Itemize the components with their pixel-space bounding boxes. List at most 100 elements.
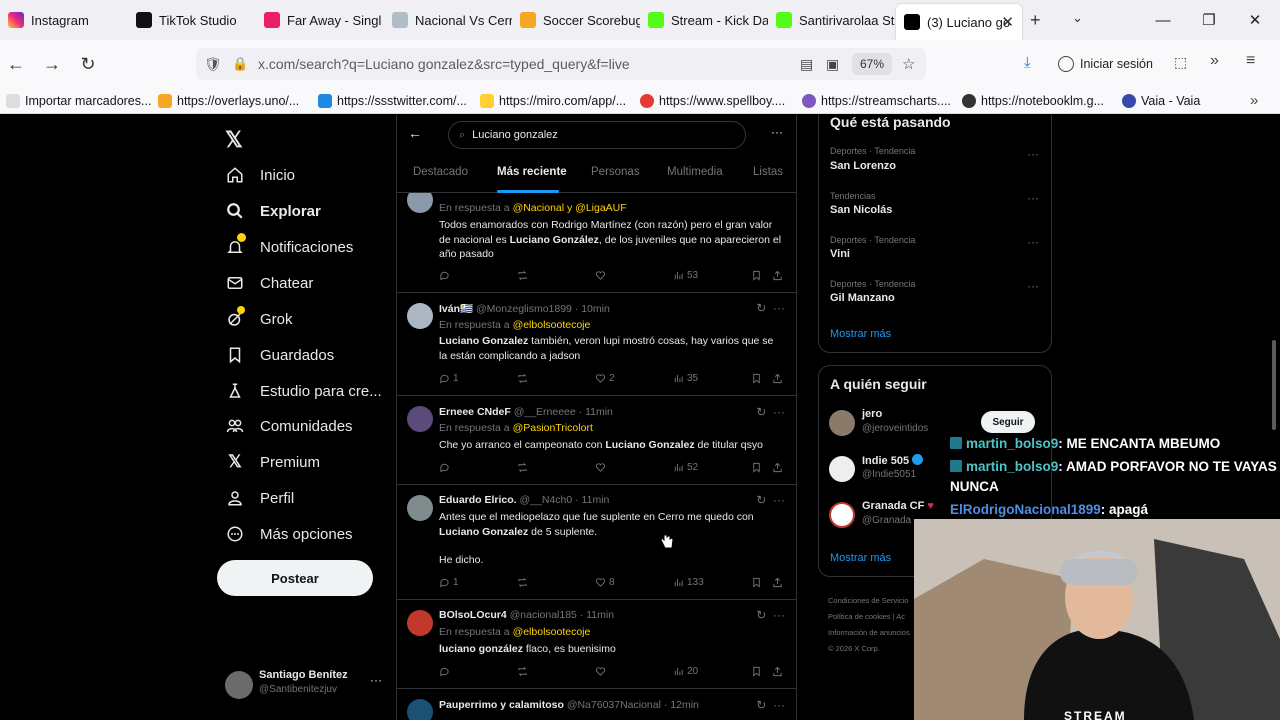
browser-tab[interactable]: Santirivarolaa St (768, 0, 896, 40)
views-button[interactable]: 133 (673, 577, 704, 588)
reply-button[interactable]: 1 (439, 577, 459, 588)
minimize-icon[interactable]: — (1140, 0, 1186, 40)
extensions-icon[interactable]: ⬚ (1174, 54, 1187, 71)
reply-button[interactable] (439, 462, 453, 473)
download-icon[interactable]: ⤓ (1024, 54, 1031, 71)
reader-view-icon[interactable]: ▤ (800, 56, 813, 73)
views-button[interactable]: 53 (673, 270, 698, 281)
page-scrollbar[interactable] (1272, 340, 1276, 430)
bookmark-item[interactable]: https://miro.com/app/... (480, 94, 626, 108)
views-button[interactable]: 35 (673, 373, 698, 384)
more-dots-icon[interactable]: ↻ ··· (756, 698, 785, 712)
lock-icon[interactable]: 🔒 (232, 56, 248, 72)
close-tab-icon[interactable]: ✕ (1001, 13, 1014, 31)
bookmark-item[interactable]: https://www.spellboy.... (640, 94, 785, 108)
nav-item-home[interactable]: Inicio (225, 165, 295, 185)
share-button[interactable] (772, 270, 786, 281)
avatar[interactable] (829, 410, 855, 436)
bookmark-button[interactable] (751, 270, 765, 281)
views-button[interactable]: 52 (673, 462, 698, 473)
browser-tab[interactable]: Nacional Vs Cerr (384, 0, 512, 40)
new-tab-icon[interactable]: + (1030, 10, 1041, 31)
reply-button[interactable] (439, 666, 453, 677)
follow-button[interactable]: Seguir (981, 411, 1035, 433)
more-dots-icon[interactable]: ··· (1027, 147, 1039, 161)
more-dots-icon[interactable]: ··· (1027, 235, 1039, 249)
overflow-chevron-icon[interactable]: » (1210, 52, 1219, 70)
bookmark-item[interactable]: https://ssstwitter.com/... (318, 94, 467, 108)
back-arrow-icon[interactable]: ← (0, 48, 32, 80)
bookmark-button[interactable] (751, 462, 765, 473)
forward-arrow-icon[interactable]: → (36, 48, 68, 80)
search-input[interactable]: ⌕ Luciano gonzalez (448, 121, 746, 149)
bookmark-item[interactable]: https://streamscharts.... (802, 94, 951, 108)
browser-tab[interactable]: Far Away - Singl (256, 0, 384, 40)
nav-item-bookmarks[interactable]: Guardados (225, 345, 334, 365)
tab-featured[interactable]: Destacado (413, 166, 468, 178)
share-button[interactable] (772, 373, 786, 384)
retweet-button[interactable] (517, 666, 531, 677)
like-button[interactable] (595, 462, 609, 473)
menu-icon[interactable]: ≡ (1246, 52, 1255, 70)
nav-item-communities[interactable]: Comunidades (225, 416, 353, 436)
more-dots-icon[interactable]: ↻ ··· (756, 608, 785, 622)
avatar[interactable] (407, 699, 433, 720)
bookmark-button[interactable] (751, 577, 765, 588)
reply-button[interactable]: 1 (439, 373, 459, 384)
tab-media[interactable]: Multimedia (667, 166, 723, 178)
more-dots-icon[interactable]: ··· (370, 673, 382, 687)
share-button[interactable] (772, 577, 786, 588)
tweet[interactable]: Pauperrimo y calamitoso @Na76037Nacional… (397, 689, 796, 720)
browser-tab[interactable]: Instagram (0, 0, 128, 40)
nav-item-notifications[interactable]: Notificaciones (225, 233, 353, 257)
more-dots-icon[interactable]: ··· (1027, 279, 1039, 293)
mention-link[interactable]: @elbolsootecoje (513, 319, 591, 331)
avatar[interactable] (407, 495, 433, 521)
avatar[interactable] (407, 303, 433, 329)
sign-in-button[interactable]: Iniciar sesión (1058, 52, 1153, 76)
avatar[interactable] (829, 502, 855, 528)
back-arrow-icon[interactable]: ← (408, 125, 422, 141)
share-button[interactable] (772, 666, 786, 677)
mention-link[interactable]: @elbolsootecoje (513, 626, 591, 638)
bookmarks-overflow-icon[interactable]: » (1250, 92, 1258, 109)
browser-tab-active[interactable]: (3) Luciano go ✕ (896, 4, 1022, 40)
picture-icon[interactable]: ▣ (826, 56, 839, 73)
nav-item-profile[interactable]: Perfil (225, 488, 294, 508)
retweet-button[interactable] (517, 373, 531, 384)
tweet[interactable]: BOlsoLOcur4 @nacional185 · 11min ↻ ··· E… (397, 600, 796, 689)
like-button[interactable]: 8 (595, 577, 615, 588)
tweet[interactable]: Eduardo Elrico. @__N4ch0 · 11min ↻ ··· A… (397, 485, 796, 600)
tab-latest[interactable]: Más reciente (497, 166, 567, 178)
account-switcher[interactable]: Santiago Benítez @Santibenitezjuv ··· (225, 667, 385, 707)
nav-item-more[interactable]: Más opciones (225, 524, 353, 544)
search-query[interactable]: Luciano gonzalez (472, 129, 558, 141)
restore-icon[interactable]: ❐ (1186, 0, 1232, 40)
bookmark-button[interactable] (751, 666, 765, 677)
x-logo-icon[interactable]: 𝕏 (225, 127, 243, 153)
browser-tab[interactable]: Stream - Kick Da (640, 0, 768, 40)
more-dots-icon[interactable]: ··· (771, 125, 783, 139)
shield-icon[interactable]: 🛡 (204, 56, 222, 73)
nav-item-explore[interactable]: Explorar (225, 201, 321, 221)
post-button[interactable]: Postear (217, 560, 373, 596)
follow-suggestion[interactable]: jero @jeroveintidos Seguir (829, 406, 1043, 440)
share-button[interactable] (772, 462, 786, 473)
browser-tab[interactable]: TikTok Studio (128, 0, 256, 40)
mention-link[interactable]: @PasionTricolort (513, 422, 593, 434)
more-dots-icon[interactable]: ↻ ··· (756, 493, 785, 507)
reply-button[interactable] (439, 270, 453, 281)
close-window-icon[interactable]: ✕ (1232, 0, 1278, 40)
bookmark-button[interactable] (751, 373, 765, 384)
bookmark-item[interactable]: https://notebooklm.g... (962, 94, 1104, 108)
reload-icon[interactable]: ↻ (72, 48, 104, 80)
bookmark-star-icon[interactable]: ☆ (902, 55, 915, 73)
retweet-button[interactable] (517, 270, 531, 281)
tab-list-chevron-icon[interactable]: ⌄ (1072, 10, 1083, 26)
more-dots-icon[interactable]: ↻ ··· (756, 405, 785, 419)
url-bar[interactable]: 🛡 🔒 x.com/search?q=Luciano gonzalez&src=… (196, 48, 926, 80)
bookmark-item[interactable]: https://overlays.uno/... (158, 94, 299, 108)
tab-lists[interactable]: Listas (753, 166, 783, 178)
more-dots-icon[interactable]: ··· (1027, 191, 1039, 205)
more-dots-icon[interactable]: ↻ ··· (756, 301, 785, 315)
